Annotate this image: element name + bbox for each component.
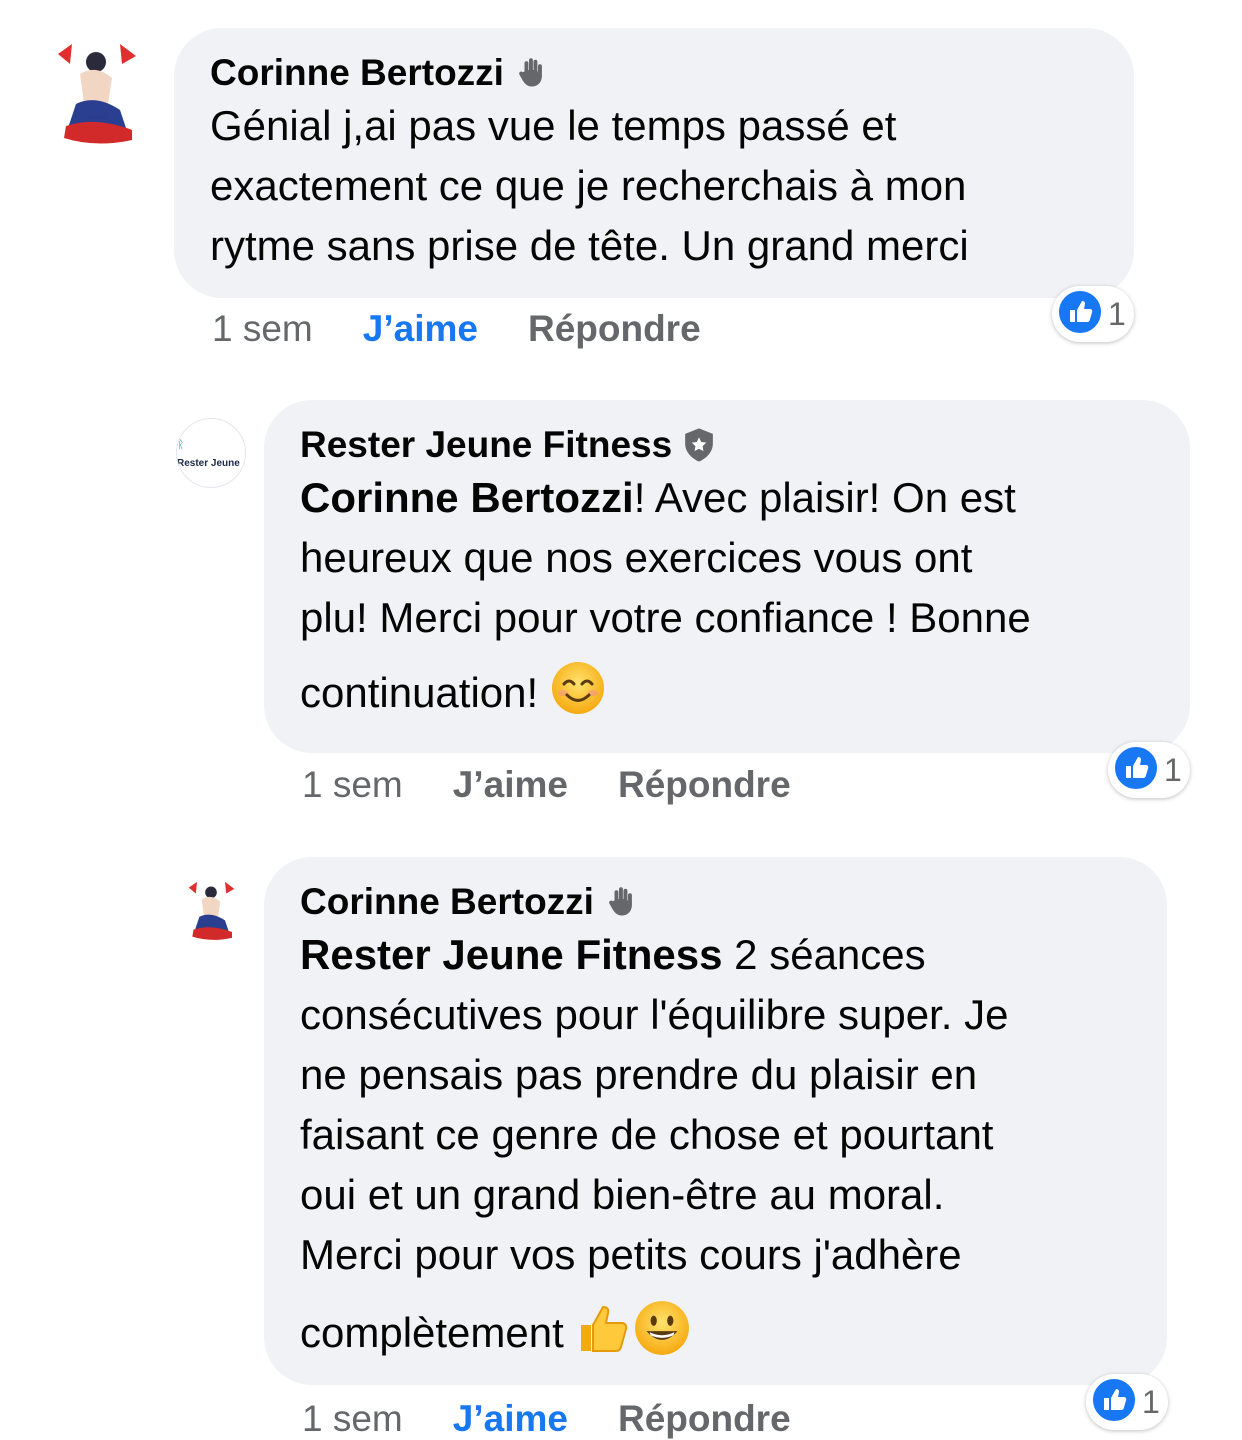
- brand-logo-text: Rester Jeune: [177, 458, 240, 469]
- shield-star-icon: [682, 427, 716, 463]
- avatar[interactable]: [176, 876, 246, 946]
- comment-bubble[interactable]: Corinne Bertozzi Rester Jeune Fitness 2 …: [264, 857, 1167, 1385]
- smiling-face-emoji-icon: [550, 660, 606, 732]
- comment-bubble[interactable]: Rester Jeune Fitness Corinne Bertozzi! A…: [264, 400, 1190, 753]
- thumbs-up-emoji-icon: [575, 1299, 633, 1373]
- like-button[interactable]: J’aime: [453, 1398, 568, 1440]
- avatar[interactable]: ᚱ Rester Jeune: [176, 418, 246, 488]
- comment-author[interactable]: Corinne Bertozzi: [210, 50, 1098, 96]
- brand-mark-icon: ᚱ: [177, 437, 185, 451]
- reaction-count-badge[interactable]: 1: [1086, 1374, 1168, 1430]
- reply-button[interactable]: Répondre: [618, 764, 791, 806]
- comment-actions: 1 sem J’aime Répondre: [302, 1398, 791, 1440]
- reaction-count: 1: [1142, 1383, 1160, 1420]
- reaction-count: 1: [1108, 295, 1126, 332]
- comment-time[interactable]: 1 sem: [302, 1398, 403, 1440]
- reaction-count-badge[interactable]: 1: [1052, 286, 1134, 342]
- reaction-count-badge[interactable]: 1: [1108, 742, 1190, 798]
- comment-text: Rester Jeune Fitness 2 séances consécuti…: [300, 925, 1131, 1373]
- svg-text:~~~~: ~~~~: [85, 112, 106, 122]
- waving-hand-icon: [604, 884, 640, 920]
- avatar[interactable]: ~~~~: [36, 34, 156, 154]
- comment-time[interactable]: 1 sem: [212, 308, 313, 350]
- grinning-face-emoji-icon: [633, 1299, 691, 1373]
- comment-text: Génial j,ai pas vue le temps passé et ex…: [210, 102, 969, 269]
- comment-time[interactable]: 1 sem: [302, 764, 403, 806]
- comment-bubble[interactable]: Corinne Bertozzi Génial j,ai pas vue le …: [174, 28, 1134, 298]
- comment-actions: 1 sem J’aime Répondre: [302, 764, 791, 806]
- like-reaction-icon: [1112, 744, 1160, 797]
- waving-hand-icon: [514, 55, 550, 91]
- comment-text: Corinne Bertozzi! Avec plaisir! On est h…: [300, 468, 1154, 732]
- comment-actions: 1 sem J’aime Répondre: [212, 308, 701, 350]
- reply-button[interactable]: Répondre: [528, 308, 701, 350]
- like-reaction-icon: [1056, 288, 1104, 341]
- reply-button[interactable]: Répondre: [618, 1398, 791, 1440]
- like-button[interactable]: J’aime: [453, 764, 568, 806]
- mention-link[interactable]: Corinne Bertozzi: [300, 474, 634, 521]
- comment-author[interactable]: Rester Jeune Fitness: [300, 422, 1154, 468]
- mention-link[interactable]: Rester Jeune Fitness: [300, 931, 723, 978]
- comment-author[interactable]: Corinne Bertozzi: [300, 879, 1131, 925]
- reaction-count: 1: [1164, 751, 1182, 788]
- like-button[interactable]: J’aime: [363, 308, 478, 350]
- like-reaction-icon: [1090, 1376, 1138, 1429]
